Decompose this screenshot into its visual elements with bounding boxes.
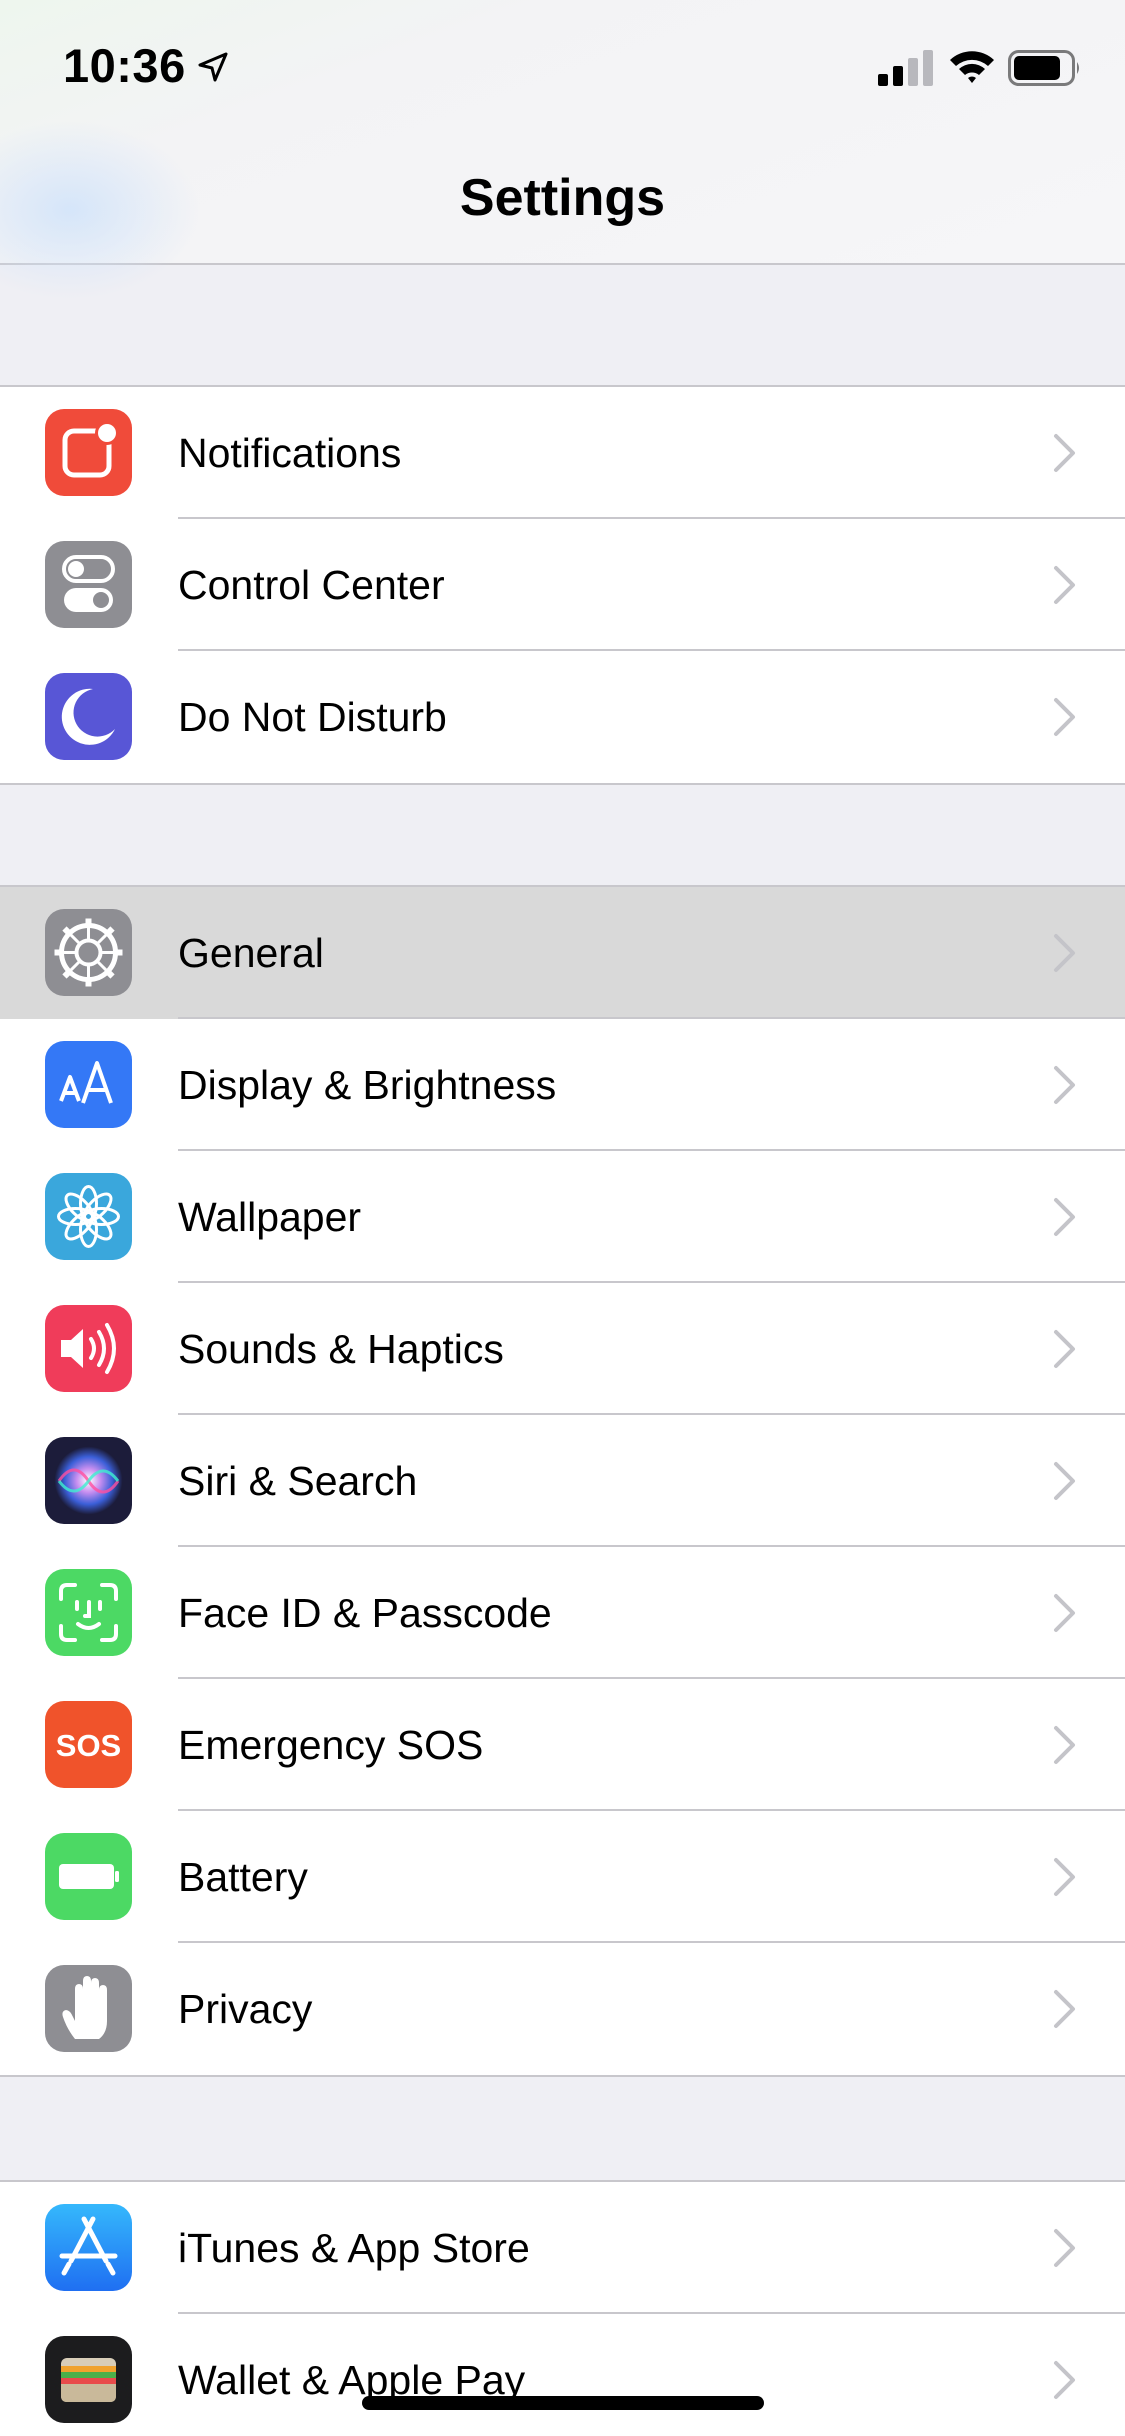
row-label: Emergency SOS: [178, 1722, 484, 1768]
settings-row-emergency-sos[interactable]: SOS Emergency SOS: [0, 1679, 1125, 1811]
hand-icon: [45, 1965, 132, 2052]
row-label: Battery: [178, 1854, 308, 1900]
settings-row-control-center[interactable]: Control Center: [0, 519, 1125, 651]
chevron-right-icon: [1054, 2361, 1075, 2399]
row-label: Wallet & Apple Pay: [178, 2357, 526, 2403]
navigation-header: 10:36 Settings: [0, 0, 1125, 300]
settings-row-battery[interactable]: Battery: [0, 1811, 1125, 1943]
row-label: Display & Brightness: [178, 1062, 557, 1108]
row-label: Notifications: [178, 430, 402, 476]
speaker-icon: [45, 1305, 132, 1392]
settings-row-sounds-haptics[interactable]: Sounds & Haptics: [0, 1283, 1125, 1415]
settings-row-do-not-disturb[interactable]: Do Not Disturb: [0, 651, 1125, 783]
home-indicator[interactable]: [362, 2396, 764, 2410]
location-arrow-icon: [198, 52, 228, 82]
sos-icon-text: SOS: [56, 1728, 121, 1763]
settings-row-wallpaper[interactable]: Wallpaper: [0, 1151, 1125, 1283]
sos-icon: SOS: [45, 1701, 132, 1788]
chevron-right-icon: [1054, 566, 1075, 604]
row-label: Face ID & Passcode: [178, 1590, 552, 1636]
settings-row-face-id-passcode[interactable]: Face ID & Passcode: [0, 1547, 1125, 1679]
row-label: General: [178, 930, 324, 976]
battery-setting-icon: [45, 1833, 132, 1920]
chevron-right-icon: [1054, 1726, 1075, 1764]
notifications-icon: [45, 409, 132, 496]
moon-icon: [45, 673, 132, 760]
settings-row-wallet-apple-pay[interactable]: Wallet & Apple Pay: [0, 2314, 1125, 2436]
display-brightness-icon: [45, 1041, 132, 1128]
chevron-right-icon: [1054, 2229, 1075, 2267]
row-label: Siri & Search: [178, 1458, 418, 1504]
row-label: Do Not Disturb: [178, 694, 447, 740]
chevron-right-icon: [1054, 1330, 1075, 1368]
wallpaper-flower-icon: [45, 1173, 132, 1260]
settings-row-general[interactable]: General: [0, 887, 1125, 1019]
settings-row-siri-search[interactable]: Siri & Search: [0, 1415, 1125, 1547]
row-label: Privacy: [178, 1986, 313, 2032]
control-center-icon: [45, 541, 132, 628]
row-label: Control Center: [178, 562, 445, 608]
settings-group-2: General Display & Brightness Wallpaper S…: [0, 885, 1125, 2077]
battery-status-icon: [1008, 50, 1079, 86]
settings-group-1: Notifications Control Center Do Not Dist…: [0, 385, 1125, 785]
page-title: Settings: [459, 169, 666, 227]
chevron-right-icon: [1054, 698, 1075, 736]
chevron-right-icon: [1054, 1858, 1075, 1896]
settings-row-display-brightness[interactable]: Display & Brightness: [0, 1019, 1125, 1151]
chevron-right-icon: [1054, 1066, 1075, 1104]
chevron-right-icon: [1054, 1198, 1075, 1236]
app-store-icon: [45, 2204, 132, 2291]
siri-icon: [45, 1437, 132, 1524]
gear-icon: [45, 909, 132, 996]
cellular-signal-icon: [878, 50, 933, 86]
chevron-right-icon: [1054, 434, 1075, 472]
settings-row-notifications[interactable]: Notifications: [0, 387, 1125, 519]
settings-row-privacy[interactable]: Privacy: [0, 1943, 1125, 2075]
row-label: iTunes & App Store: [178, 2225, 530, 2271]
row-label: Sounds & Haptics: [178, 1326, 504, 1372]
wifi-icon: [950, 51, 994, 83]
settings-screen: 10:36 Settings Notifications Control Cen…: [0, 0, 1125, 2436]
chevron-right-icon: [1054, 934, 1075, 972]
status-time: 10:36: [63, 39, 186, 92]
chevron-right-icon: [1054, 1990, 1075, 2028]
chevron-right-icon: [1054, 1462, 1075, 1500]
wallet-icon: [45, 2336, 132, 2423]
face-id-icon: [45, 1569, 132, 1656]
chevron-right-icon: [1054, 1594, 1075, 1632]
row-label: Wallpaper: [178, 1194, 362, 1240]
settings-row-itunes-app-store[interactable]: iTunes & App Store: [0, 2182, 1125, 2314]
